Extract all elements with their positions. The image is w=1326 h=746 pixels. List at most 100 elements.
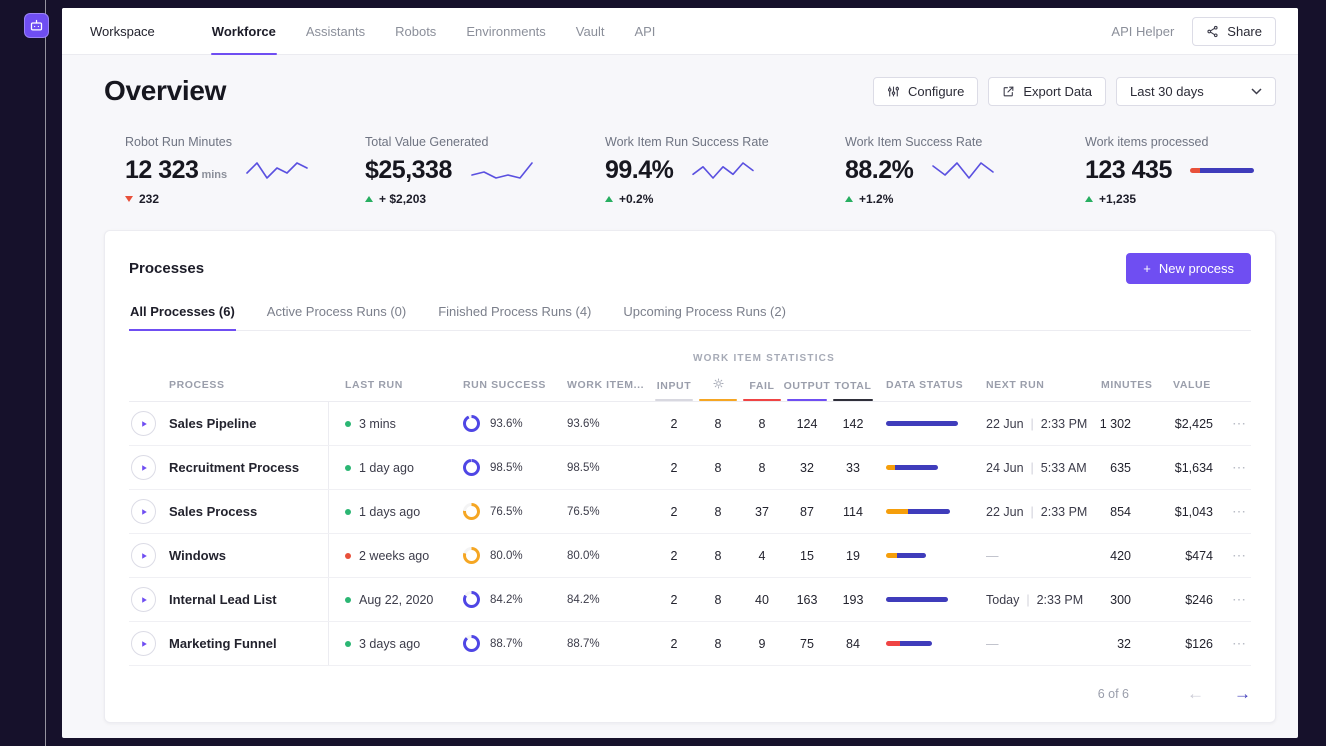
process-filter-tab[interactable]: All Processes (6) bbox=[129, 304, 236, 331]
col-total-label: TOTAL bbox=[834, 380, 872, 392]
status-dot bbox=[345, 420, 351, 427]
run-process-button[interactable] bbox=[131, 587, 156, 612]
kpi-card: Work Item Success Rate 88.2% +1.2% bbox=[845, 135, 1085, 206]
output-count: 163 bbox=[796, 592, 818, 607]
table-row: Marketing Funnel 3 days ago 88.7% 88.7% … bbox=[129, 622, 1251, 666]
nav-tab[interactable]: Vault bbox=[561, 8, 620, 54]
minutes-value: 1 302 bbox=[1099, 416, 1131, 431]
process-name[interactable]: Sales Process bbox=[169, 490, 329, 533]
process-filter-tab[interactable]: Active Process Runs (0) bbox=[266, 304, 407, 330]
table-row: Sales Process 1 days ago 76.5% 76.5% 2 8… bbox=[129, 490, 1251, 534]
nav-tab-label: Vault bbox=[575, 23, 605, 39]
workspace-switcher[interactable]: Workspace bbox=[90, 24, 155, 39]
last-run-value: Aug 22, 2020 bbox=[359, 592, 434, 607]
process-name[interactable]: Recruitment Process bbox=[169, 446, 329, 489]
run-success-value: 88.7% bbox=[490, 637, 523, 650]
in-progress-count: 8 bbox=[714, 548, 722, 563]
data-status-cell bbox=[876, 509, 976, 514]
value-amount: $1,043 bbox=[1174, 504, 1213, 519]
work-item-value: 93.6% bbox=[567, 417, 600, 430]
play-icon bbox=[140, 420, 148, 428]
process-filter-tab-label: Active Process Runs (0) bbox=[266, 304, 407, 319]
process-filter-tab[interactable]: Upcoming Process Runs (2) bbox=[622, 304, 787, 330]
run-success-value: 98.5% bbox=[490, 461, 523, 474]
total-count: 142 bbox=[842, 416, 864, 431]
configure-label: Configure bbox=[907, 83, 965, 99]
api-helper-link[interactable]: API Helper bbox=[1111, 24, 1174, 39]
nav-tab[interactable]: API bbox=[619, 8, 670, 54]
app-logo-button[interactable] bbox=[24, 13, 49, 38]
col-last-run: LAST RUN bbox=[345, 379, 403, 391]
fail-count: 9 bbox=[758, 636, 766, 651]
kpi-unit: mins bbox=[201, 168, 228, 181]
run-process-button[interactable] bbox=[131, 543, 156, 568]
next-run-date: 22 Jun bbox=[986, 504, 1024, 519]
status-dot bbox=[345, 552, 351, 559]
plus-icon: + bbox=[1143, 261, 1151, 276]
in-progress-icon bbox=[712, 378, 724, 392]
next-page-button[interactable]: → bbox=[1234, 684, 1251, 704]
run-process-button[interactable] bbox=[131, 499, 156, 524]
kpi-delta: +1.2% bbox=[845, 192, 1085, 206]
next-run-time: 2:33 PM bbox=[1036, 592, 1084, 607]
col-input-label: INPUT bbox=[656, 380, 692, 392]
kpi-value-row: 88.2% bbox=[845, 155, 1085, 185]
next-run-time: 2:33 PM bbox=[1040, 416, 1088, 431]
export-label: Export Data bbox=[1023, 83, 1092, 99]
process-name[interactable]: Windows bbox=[169, 534, 329, 577]
row-menu-button[interactable]: ⋯ bbox=[1226, 589, 1253, 610]
prev-page-button[interactable]: ← bbox=[1187, 684, 1204, 704]
process-name[interactable]: Sales Pipeline bbox=[169, 402, 329, 445]
output-count: 32 bbox=[800, 460, 814, 475]
export-data-button[interactable]: Export Data bbox=[988, 76, 1106, 106]
run-process-button[interactable] bbox=[131, 631, 156, 656]
share-label: Share bbox=[1227, 23, 1262, 39]
process-name[interactable]: Marketing Funnel bbox=[169, 622, 329, 665]
run-success-value: 84.2% bbox=[490, 593, 523, 606]
run-process-button[interactable] bbox=[131, 455, 156, 480]
next-run-cell: 24 Jun | 5:33 AM bbox=[976, 461, 1096, 475]
export-icon bbox=[1002, 85, 1015, 98]
kpi-value: 88.2% bbox=[845, 155, 914, 184]
process-filter-tab[interactable]: Finished Process Runs (4) bbox=[437, 304, 592, 330]
robot-icon bbox=[29, 18, 44, 33]
kpi-label: Robot Run Minutes bbox=[125, 135, 233, 149]
total-underline bbox=[833, 399, 873, 401]
data-status-bar bbox=[886, 641, 932, 646]
data-status-cell bbox=[876, 597, 976, 602]
last-run-cell: 1 day ago bbox=[329, 461, 447, 475]
run-process-button[interactable] bbox=[131, 411, 156, 436]
process-name[interactable]: Internal Lead List bbox=[169, 578, 329, 621]
date-range-select[interactable]: Last 30 days bbox=[1116, 76, 1276, 106]
play-cell bbox=[129, 411, 169, 436]
fail-underline bbox=[743, 399, 781, 401]
last-run-value: 2 weeks ago bbox=[359, 548, 430, 563]
nav-tab-label: Assistants bbox=[305, 23, 366, 39]
share-button[interactable]: Share bbox=[1192, 16, 1276, 46]
row-menu-button[interactable]: ⋯ bbox=[1226, 501, 1253, 522]
nav-tab[interactable]: Environments bbox=[451, 8, 560, 54]
row-menu-button[interactable]: ⋯ bbox=[1226, 545, 1253, 566]
input-count: 2 bbox=[670, 636, 678, 651]
kpi-value-wrap: 88.2% bbox=[845, 155, 914, 185]
page-title: Overview bbox=[104, 75, 227, 106]
input-count: 2 bbox=[670, 460, 678, 475]
configure-button[interactable]: Configure bbox=[872, 76, 979, 106]
new-process-button[interactable]: + New process bbox=[1126, 253, 1251, 284]
row-menu-button[interactable]: ⋯ bbox=[1226, 457, 1253, 478]
total-count: 33 bbox=[846, 460, 860, 475]
kpi-card: Total Value Generated $25,338 + $2,203 bbox=[365, 135, 605, 206]
nav-tab[interactable]: Robots bbox=[380, 8, 451, 54]
data-status-cell bbox=[876, 465, 976, 470]
nav-tab[interactable]: Assistants bbox=[291, 8, 380, 54]
in-progress-count: 8 bbox=[714, 416, 722, 431]
kpi-sparkline bbox=[245, 159, 309, 181]
processes-title: Processes bbox=[129, 260, 205, 277]
kpi-delta-value: +0.2% bbox=[619, 192, 654, 206]
row-menu-button[interactable]: ⋯ bbox=[1226, 633, 1253, 654]
play-icon bbox=[140, 640, 148, 648]
row-menu-button[interactable]: ⋯ bbox=[1226, 413, 1253, 434]
nav-tab[interactable]: Workforce bbox=[197, 8, 291, 55]
page-content: Overview Configure Export Data Last 30 d… bbox=[62, 55, 1298, 738]
rail-divider bbox=[45, 0, 46, 746]
